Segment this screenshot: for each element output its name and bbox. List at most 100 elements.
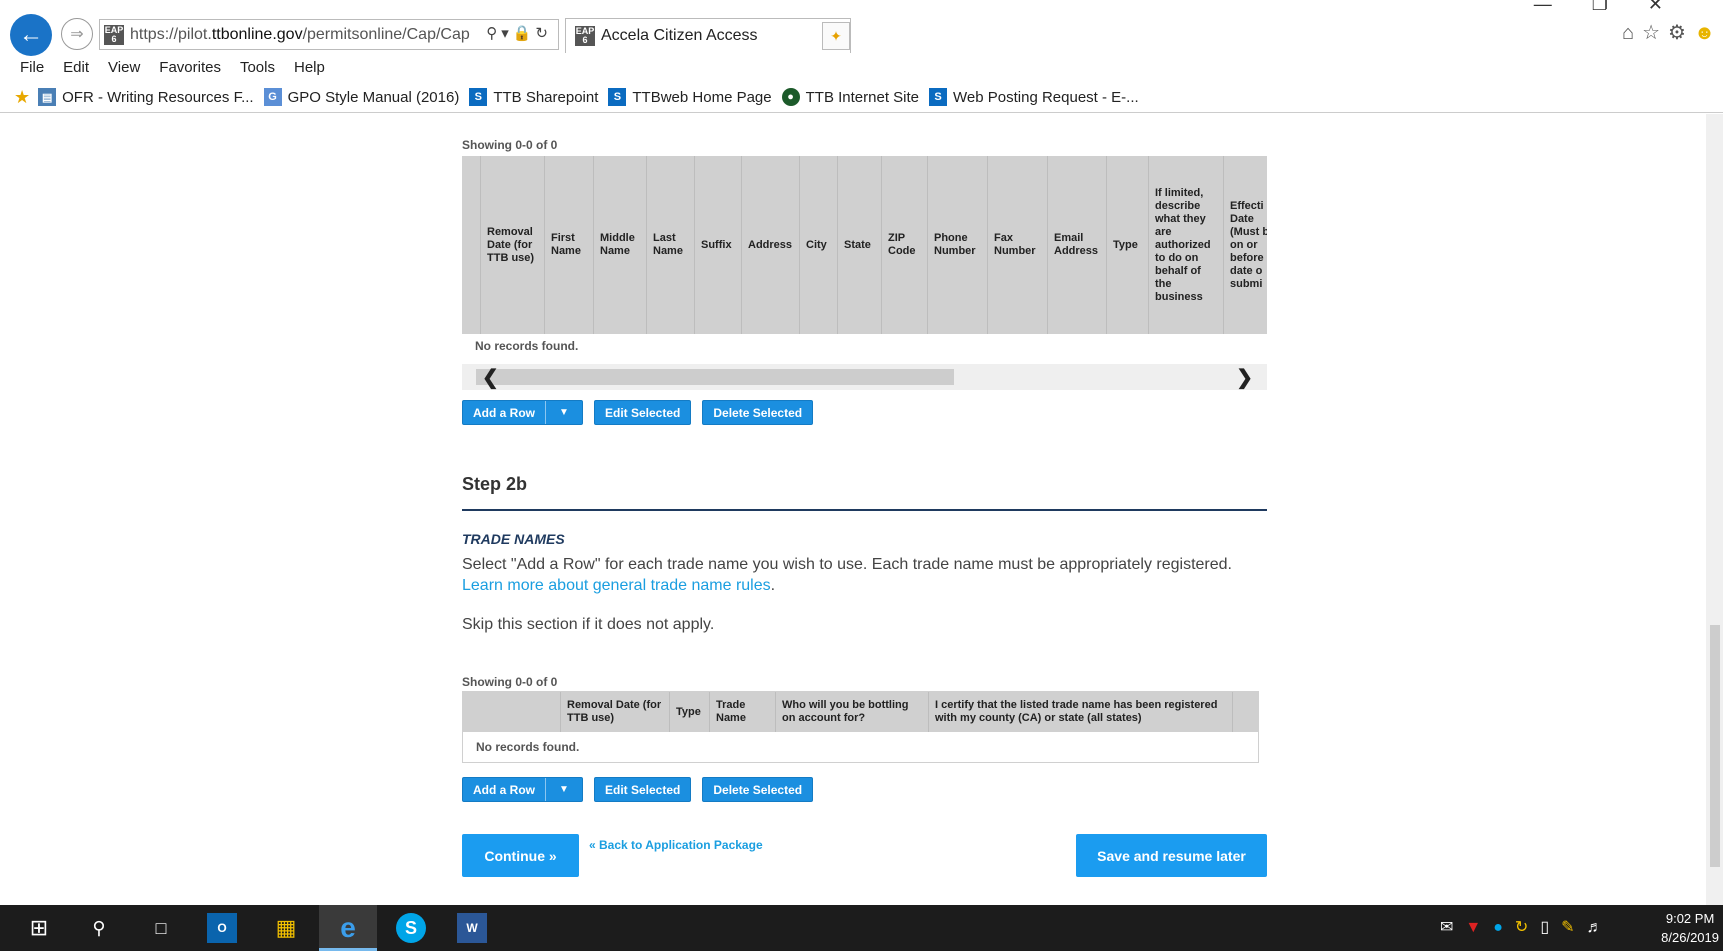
- word-icon[interactable]: W: [457, 913, 487, 943]
- sharepoint-icon: S: [929, 88, 948, 106]
- menu-favorites[interactable]: Favorites: [159, 59, 221, 76]
- step-divider: [462, 509, 1267, 511]
- grid2-col-removal-date[interactable]: Removal Date (for TTB use): [561, 692, 670, 732]
- grid1-col-fax[interactable]: Fax Number: [988, 156, 1048, 334]
- window-controls[interactable]: —❐✕: [1534, 0, 1703, 15]
- usb-icon[interactable]: ▯: [1540, 919, 1561, 936]
- trade-name-rules-link[interactable]: Learn more about general trade name rule…: [462, 577, 771, 594]
- sharepoint-icon: S: [469, 88, 488, 106]
- grid2-showing: Showing 0-0 of 0: [462, 673, 1267, 691]
- address-bar[interactable]: EAP 6 https://pilot. ttbonline.gov/permit…: [99, 19, 559, 50]
- chevron-down-icon[interactable]: ▼: [546, 401, 582, 424]
- favorite-gpo[interactable]: G GPO Style Manual (2016): [263, 88, 459, 106]
- restore-icon[interactable]: ❐: [1592, 0, 1648, 14]
- outlook-tray-icon[interactable]: ✉: [1440, 919, 1465, 936]
- chevron-down-icon[interactable]: ▼: [546, 778, 582, 801]
- skip-note: Skip this section if it does not apply.: [462, 616, 715, 633]
- grid2-edit-selected-button[interactable]: Edit Selected: [594, 777, 692, 802]
- outlook-icon[interactable]: O: [207, 913, 237, 943]
- grid1-col-middle-name[interactable]: Middle Name: [594, 156, 647, 334]
- address-bar-icons[interactable]: ⚲▾🔒↻: [486, 24, 552, 42]
- grid1-col-removal-date[interactable]: Removal Date (for TTB use): [481, 156, 545, 334]
- favorite-ofr[interactable]: ▤ OFR - Writing Resources F...: [38, 88, 254, 106]
- grid1-col-effective-date[interactable]: Effecti Date (Must b on or before date o…: [1224, 156, 1267, 334]
- grid1-col-limited-authority[interactable]: If limited, describe what they are autho…: [1149, 156, 1224, 334]
- grid2-add-row-button[interactable]: Add a Row ▼: [462, 777, 583, 802]
- grid1-select-col[interactable]: [462, 156, 481, 334]
- skype-icon[interactable]: S: [396, 913, 426, 943]
- home-icon[interactable]: ⌂: [1622, 22, 1642, 44]
- feedback-smiley-icon[interactable]: ☻: [1694, 22, 1723, 44]
- back-arrow-icon: ←: [19, 21, 43, 48]
- mcafee-icon[interactable]: ▼: [1465, 919, 1493, 936]
- windows-taskbar: ⊞ ⚲ □ O ▦ e S W ✉▼●↻▯✎♬ 9:02 PM 8/26/201…: [0, 905, 1723, 951]
- scroll-right-icon[interactable]: ❯: [1236, 365, 1253, 390]
- grid1-col-city[interactable]: City: [800, 156, 838, 334]
- back-button[interactable]: ←: [10, 14, 52, 56]
- menu-file[interactable]: File: [20, 59, 44, 76]
- add-row-label[interactable]: Add a Row: [463, 401, 546, 424]
- skype-tray-icon[interactable]: ●: [1493, 919, 1515, 936]
- grid2-delete-selected-button[interactable]: Delete Selected: [702, 777, 814, 802]
- favorite-ttb-sharepoint[interactable]: S TTB Sharepoint: [469, 88, 598, 106]
- grid2-select-col[interactable]: [463, 692, 561, 732]
- menu-tools[interactable]: Tools: [240, 59, 275, 76]
- grid2-col-trade-name[interactable]: Trade Name: [710, 692, 776, 732]
- tab-accela-citizen-access[interactable]: EAP 6 Accela Citizen Access ✕: [565, 18, 851, 53]
- grid1-edit-selected-button[interactable]: Edit Selected: [594, 400, 692, 425]
- grid1-col-first-name[interactable]: First Name: [545, 156, 594, 334]
- save-resume-later-button[interactable]: Save and resume later: [1076, 834, 1267, 877]
- windows-start-icon[interactable]: ⊞: [24, 913, 54, 943]
- favorite-label: TTB Sharepoint: [493, 88, 599, 106]
- grid1-col-phone[interactable]: Phone Number: [928, 156, 988, 334]
- task-view-icon[interactable]: □: [146, 913, 176, 943]
- favorite-web-posting[interactable]: S Web Posting Request - E-...: [929, 88, 1139, 106]
- grid1-col-email[interactable]: Email Address: [1048, 156, 1107, 334]
- internet-explorer-icon[interactable]: e: [333, 912, 363, 943]
- grid1-header-row: Removal Date (for TTB use) First Name Mi…: [462, 156, 1267, 334]
- close-window-icon[interactable]: ✕: [1648, 0, 1703, 14]
- grid1-col-zip[interactable]: ZIP Code: [882, 156, 928, 334]
- scroll-left-icon[interactable]: ❮: [482, 365, 499, 390]
- grid1-col-type[interactable]: Type: [1107, 156, 1149, 334]
- page-scroll-thumb[interactable]: [1710, 625, 1720, 867]
- menu-view[interactable]: View: [108, 59, 140, 76]
- forward-arrow-icon: ⇒: [70, 26, 84, 43]
- grid1-col-state[interactable]: State: [838, 156, 882, 334]
- grid2-col-type[interactable]: Type: [670, 692, 710, 732]
- grid1-col-last-name[interactable]: Last Name: [647, 156, 695, 334]
- system-tray[interactable]: ✉▼●↻▯✎♬: [1440, 917, 1615, 937]
- minimize-icon[interactable]: —: [1534, 0, 1592, 14]
- favorite-ttbweb[interactable]: S TTBweb Home Page: [608, 88, 772, 106]
- grid1-col-address[interactable]: Address: [742, 156, 800, 334]
- grid1-col-suffix[interactable]: Suffix: [695, 156, 742, 334]
- menu-edit[interactable]: Edit: [63, 59, 89, 76]
- back-to-package-link[interactable]: « Back to Application Package: [589, 838, 763, 852]
- search-icon[interactable]: ⚲: [84, 913, 114, 943]
- site-favicon-icon: EAP 6: [104, 24, 124, 45]
- notes-icon[interactable]: ✎: [1561, 919, 1586, 936]
- grid1-scroll-thumb[interactable]: [476, 369, 954, 385]
- page-viewport: Showing 0-0 of 0 Removal Date (for TTB u…: [0, 114, 1723, 905]
- add-row-label[interactable]: Add a Row: [463, 778, 546, 801]
- favorite-ttb-internet[interactable]: ● TTB Internet Site: [781, 88, 919, 106]
- sync-icon[interactable]: ↻: [1515, 919, 1540, 936]
- taskbar-clock[interactable]: 9:02 PM 8/26/2019: [1661, 909, 1719, 947]
- menu-bar: File Edit View Favorites Tools Help: [0, 53, 1723, 81]
- grid1-delete-selected-button[interactable]: Delete Selected: [702, 400, 814, 425]
- grid1-horizontal-scrollbar[interactable]: ❮ ❯: [462, 364, 1267, 390]
- menu-help[interactable]: Help: [294, 59, 325, 76]
- new-tab-button[interactable]: ✦: [822, 22, 850, 50]
- grid1-add-row-button[interactable]: Add a Row ▼: [462, 400, 583, 425]
- grid2-col-bottling-for[interactable]: Who will you be bottling on account for?: [776, 692, 929, 732]
- settings-gear-icon[interactable]: ⚙: [1668, 22, 1694, 44]
- favorites-star-icon[interactable]: ★: [14, 87, 30, 108]
- forward-button[interactable]: ⇒: [61, 18, 93, 50]
- grid2-col-certify[interactable]: I certify that the listed trade name has…: [929, 692, 1233, 732]
- continue-button[interactable]: Continue »: [462, 834, 579, 877]
- volume-icon[interactable]: ♬: [1587, 919, 1615, 936]
- favorites-star-icon[interactable]: ☆: [1642, 22, 1668, 44]
- file-explorer-icon[interactable]: ▦: [271, 913, 301, 943]
- browser-toolbar: ← ⇒ EAP 6 https://pilot. ttbonline.gov/pe…: [0, 0, 1723, 56]
- grid2-actions: Add a Row ▼ Edit Selected Delete Selecte…: [462, 777, 1267, 802]
